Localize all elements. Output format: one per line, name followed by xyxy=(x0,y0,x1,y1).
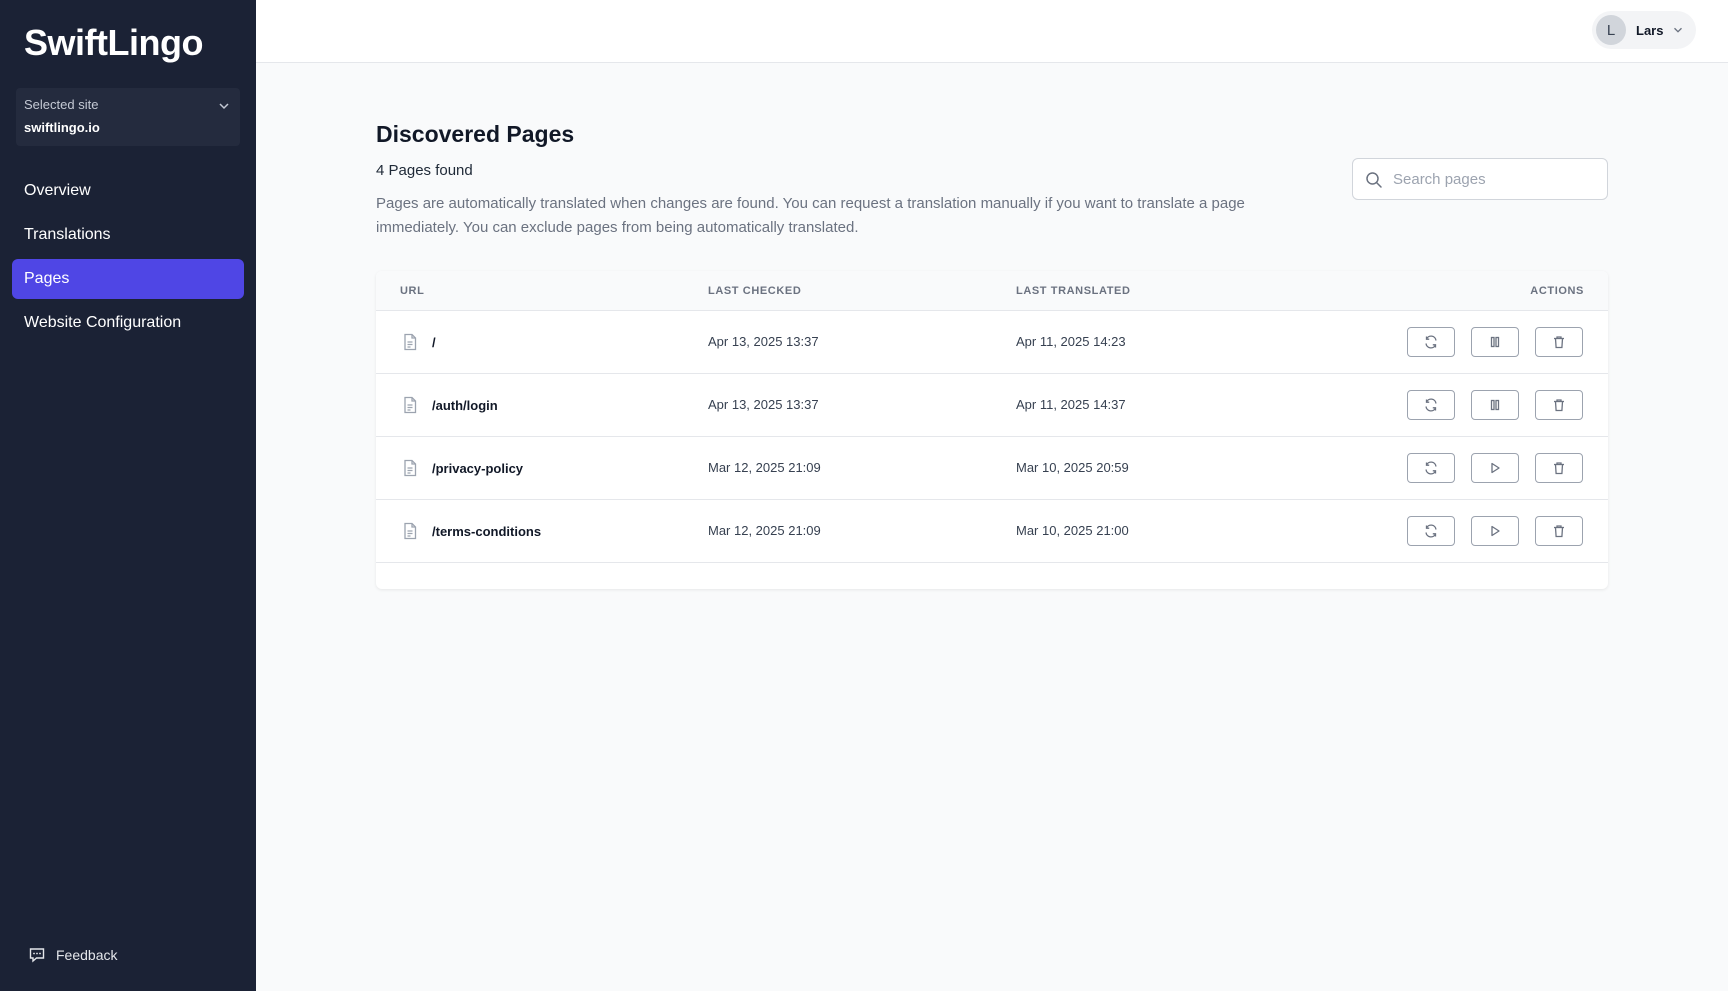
pages-count: 4 Pages found xyxy=(376,162,473,179)
app-logo[interactable]: SwiftLingo xyxy=(24,22,203,64)
pause-icon xyxy=(1490,399,1500,411)
search-icon xyxy=(1366,172,1382,188)
sidebar-item-translations[interactable]: Translations xyxy=(12,215,244,255)
delete-button[interactable] xyxy=(1535,390,1583,420)
document-icon xyxy=(404,522,417,540)
feedback-label: Feedback xyxy=(56,947,118,963)
page-description: Pages are automatically translated when … xyxy=(376,195,1245,236)
column-header-actions: ACTIONS xyxy=(1530,285,1584,297)
page-title: Discovered Pages xyxy=(376,121,575,147)
document-icon xyxy=(404,396,417,414)
table-row: /privacy-policy Mar 12, 2025 21:09 Mar 1… xyxy=(376,437,1608,500)
feedback-button[interactable]: Feedback xyxy=(28,946,117,964)
last-checked: Apr 13, 2025 13:37 xyxy=(708,397,819,412)
retranslate-button[interactable] xyxy=(1407,453,1455,483)
sidebar-item-website-configuration[interactable]: Website Configuration xyxy=(12,303,244,343)
last-translated: Apr 11, 2025 14:37 xyxy=(1016,397,1126,412)
refresh-icon xyxy=(1425,524,1437,538)
delete-button[interactable] xyxy=(1535,453,1583,483)
pages-table: URL LAST CHECKED LAST TRANSLATED ACTIONS… xyxy=(376,271,1608,589)
last-checked: Apr 13, 2025 13:37 xyxy=(708,334,819,349)
sidebar-item-pages[interactable]: Pages xyxy=(12,259,244,299)
pause-icon xyxy=(1490,336,1500,348)
column-header-url: URL xyxy=(400,285,425,297)
sidebar: SwiftLingo Selected site swiftlingo.io O… xyxy=(0,0,256,991)
play-button[interactable] xyxy=(1471,516,1519,546)
site-selector-label: Selected site xyxy=(24,97,99,112)
chat-bubble-icon xyxy=(29,948,45,963)
sidebar-item-overview[interactable]: Overview xyxy=(12,171,244,211)
last-translated: Mar 10, 2025 20:59 xyxy=(1016,460,1129,475)
last-checked: Mar 12, 2025 21:09 xyxy=(708,460,821,475)
top-bar: L Lars xyxy=(256,0,1728,63)
table-row: /auth/login Apr 13, 2025 13:37 Apr 11, 2… xyxy=(376,374,1608,437)
play-button[interactable] xyxy=(1471,453,1519,483)
pause-button[interactable] xyxy=(1471,327,1519,357)
retranslate-button[interactable] xyxy=(1407,390,1455,420)
trash-icon xyxy=(1554,336,1564,349)
last-translated: Apr 11, 2025 14:23 xyxy=(1016,334,1126,349)
user-name: Lars xyxy=(1636,22,1664,38)
refresh-icon xyxy=(1425,335,1437,349)
table-header: URL LAST CHECKED LAST TRANSLATED ACTIONS xyxy=(376,271,1608,311)
play-icon xyxy=(1491,462,1500,474)
column-header-last-translated: LAST TRANSLATED xyxy=(1016,285,1131,297)
chevron-down-icon xyxy=(1674,27,1683,33)
retranslate-button[interactable] xyxy=(1407,516,1455,546)
document-icon xyxy=(404,333,417,351)
trash-icon xyxy=(1554,399,1564,412)
avatar: L xyxy=(1596,15,1626,45)
page-url[interactable]: /terms-conditions xyxy=(432,524,541,539)
delete-button[interactable] xyxy=(1535,516,1583,546)
search-input[interactable] xyxy=(1393,159,1599,199)
sidebar-nav: Overview Translations Pages Website Conf… xyxy=(12,171,244,347)
last-checked: Mar 12, 2025 21:09 xyxy=(708,523,821,538)
site-selector[interactable]: Selected site swiftlingo.io xyxy=(16,88,240,146)
refresh-icon xyxy=(1425,461,1437,475)
column-header-last-checked: LAST CHECKED xyxy=(708,285,802,297)
trash-icon xyxy=(1554,462,1564,475)
page-url[interactable]: /privacy-policy xyxy=(432,461,523,476)
page-url[interactable]: / xyxy=(432,335,436,350)
play-icon xyxy=(1491,525,1500,537)
pause-button[interactable] xyxy=(1471,390,1519,420)
chevron-down-icon xyxy=(219,103,229,110)
document-icon xyxy=(404,459,417,477)
last-translated: Mar 10, 2025 21:00 xyxy=(1016,523,1129,538)
search-box xyxy=(1352,158,1608,200)
site-selector-value: swiftlingo.io xyxy=(24,120,100,135)
table-row: /terms-conditions Mar 12, 2025 21:09 Mar… xyxy=(376,500,1608,563)
refresh-icon xyxy=(1425,398,1437,412)
retranslate-button[interactable] xyxy=(1407,327,1455,357)
page-url[interactable]: /auth/login xyxy=(432,398,498,413)
user-menu[interactable]: L Lars xyxy=(1592,11,1696,49)
table-row: / Apr 13, 2025 13:37 Apr 11, 2025 14:23 xyxy=(376,311,1608,374)
trash-icon xyxy=(1554,525,1564,538)
delete-button[interactable] xyxy=(1535,327,1583,357)
